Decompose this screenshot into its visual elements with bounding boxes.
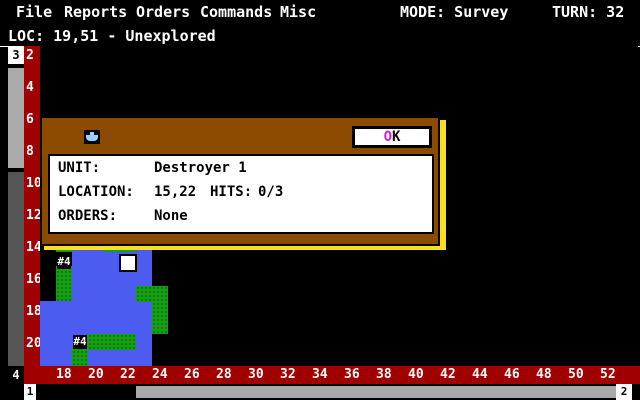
unit-marker[interactable] <box>119 254 137 272</box>
x-tick: 46 <box>504 367 520 382</box>
x-tick: 42 <box>440 367 456 382</box>
land-tile <box>136 286 168 302</box>
x-tick: 20 <box>88 367 104 382</box>
ship-icon <box>84 130 100 144</box>
y-tick: 2 <box>26 48 34 63</box>
x-tick: 36 <box>344 367 360 382</box>
vertical-scroll-thumb[interactable] <box>8 68 24 168</box>
menu-reports[interactable]: Reports <box>64 3 127 21</box>
location-label: LOCATION: <box>58 184 134 200</box>
x-tick: 52 <box>600 367 616 382</box>
menu-misc[interactable]: Misc <box>280 3 316 21</box>
menu-file[interactable]: File <box>16 3 52 21</box>
land-tile <box>88 334 136 350</box>
vertical-scrollbar[interactable]: 3 <box>8 46 24 366</box>
x-tick: 48 <box>536 367 552 382</box>
x-tick: 28 <box>216 367 232 382</box>
ok-hotkey: O <box>383 129 392 145</box>
corner-label: 4 <box>8 366 24 384</box>
x-tick: 34 <box>312 367 328 382</box>
x-tick: 32 <box>280 367 296 382</box>
x-tick: 26 <box>184 367 200 382</box>
x-tick: 38 <box>376 367 392 382</box>
land-tile <box>72 346 88 366</box>
turn-indicator: TURN: 32 <box>552 3 625 21</box>
location-bar: LOC: 19,51 - Unexplored <box>0 24 640 47</box>
horizontal-scroll-right-label[interactable]: 2 <box>616 384 632 400</box>
vertical-scroll-track[interactable] <box>8 172 24 366</box>
y-tick: 10 <box>26 176 42 191</box>
ok-label: K <box>392 129 401 145</box>
unit-info-dialog: OK UNIT: Destroyer 1 LOCATION: 15,22 HIT… <box>40 116 440 246</box>
x-ruler: 18 20 22 24 26 28 30 32 34 36 38 40 42 4… <box>24 366 640 384</box>
y-tick: 20 <box>26 336 42 351</box>
x-tick: 40 <box>408 367 424 382</box>
unit-label: UNIT: <box>58 160 101 176</box>
unit-info-panel: UNIT: Destroyer 1 LOCATION: 15,22 HITS: … <box>48 154 434 234</box>
y-tick: 6 <box>26 112 34 127</box>
y-tick: 8 <box>26 144 34 159</box>
location-text: LOC: 19,51 - Unexplored <box>8 27 216 45</box>
x-tick: 24 <box>152 367 168 382</box>
land-tile <box>56 266 72 301</box>
menu-orders[interactable]: Orders <box>136 3 190 21</box>
mode-indicator: MODE: Survey <box>400 3 509 21</box>
unit-value: Destroyer 1 <box>154 160 247 176</box>
horizontal-scrollbar[interactable]: 1 <box>24 384 616 400</box>
orders-label: ORDERS: <box>58 208 118 224</box>
menu-bar: File Reports Orders Commands Misc MODE: … <box>0 0 640 24</box>
city-marker[interactable]: #4 <box>57 255 71 269</box>
vertical-scroll-label[interactable]: 3 <box>8 46 24 64</box>
y-tick: 16 <box>26 272 42 287</box>
location-value: 15,22 <box>154 184 197 200</box>
x-tick: 22 <box>120 367 136 382</box>
menu-commands[interactable]: Commands <box>200 3 272 21</box>
x-tick: 50 <box>568 367 584 382</box>
y-tick: 12 <box>26 208 42 223</box>
hits-value: 0/3 <box>258 184 284 200</box>
y-ruler: 2 4 6 8 10 12 14 16 18 20 <box>24 46 42 366</box>
orders-value: None <box>154 208 188 224</box>
horizontal-scroll-thumb[interactable] <box>136 386 616 398</box>
y-tick: 18 <box>26 304 42 319</box>
hits-label: HITS: <box>210 184 253 200</box>
y-tick: 14 <box>26 240 42 255</box>
land-tile <box>152 302 168 334</box>
horizontal-scroll-left-label[interactable]: 1 <box>24 384 36 400</box>
x-tick: 30 <box>248 367 264 382</box>
x-tick: 18 <box>56 367 72 382</box>
x-tick: 44 <box>472 367 488 382</box>
city-marker[interactable]: #4 <box>73 335 87 349</box>
y-tick: 4 <box>26 80 34 95</box>
ok-button[interactable]: OK <box>352 126 432 148</box>
